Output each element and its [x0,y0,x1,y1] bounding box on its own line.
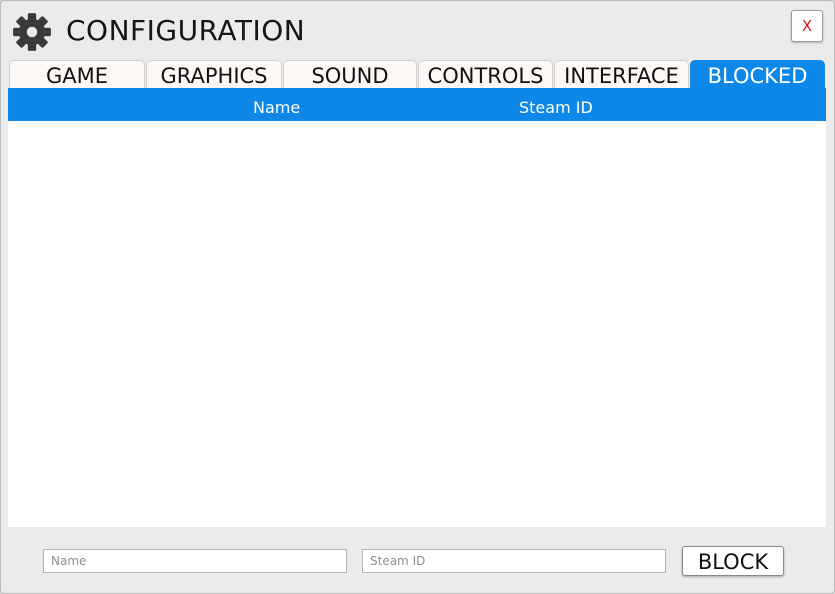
title-bar: CONFIGURATION X [1,1,834,59]
block-button[interactable]: BLOCK [682,546,784,576]
blocked-list[interactable] [8,121,826,527]
tab-game[interactable]: GAME [9,60,145,88]
configuration-window: CONFIGURATION X GAME GRAPHICS SOUND CONT… [0,0,835,594]
column-header-steam-id[interactable]: Steam ID [519,88,593,121]
tab-blocked[interactable]: BLOCKED [690,60,825,88]
tab-graphics[interactable]: GRAPHICS [146,60,282,88]
gear-icon [13,13,51,51]
steam-id-input[interactable] [362,549,666,573]
tab-bar: GAME GRAPHICS SOUND CONTROLS INTERFACE B… [9,60,826,88]
name-input[interactable] [43,549,347,573]
window-title: CONFIGURATION [66,14,306,47]
tab-controls[interactable]: CONTROLS [418,60,553,88]
blocked-table-header: Name Steam ID [8,88,826,121]
column-header-name[interactable]: Name [253,88,300,121]
tab-sound[interactable]: SOUND [283,60,417,88]
close-button[interactable]: X [791,10,823,42]
tab-interface[interactable]: INTERFACE [554,60,689,88]
